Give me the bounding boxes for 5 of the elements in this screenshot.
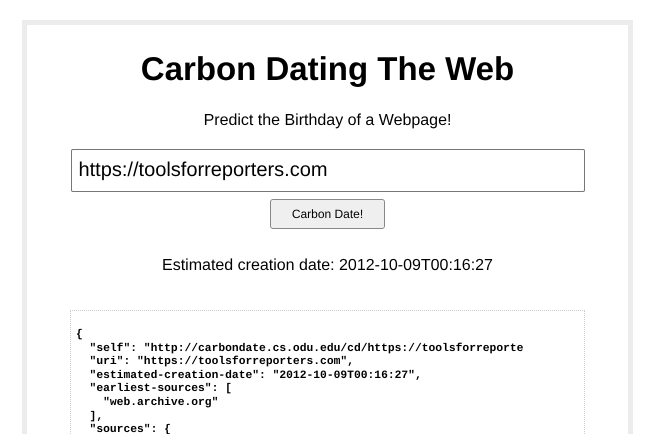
estimated-date-text: Estimated creation date: 2012-10-09T00:16:27 [161,256,494,276]
carbon-date-button[interactable]: Carbon Date! [270,199,386,229]
page-title: Carbon Dating The Web [140,49,516,89]
url-input-field[interactable]: https://toolsforreporters.com [70,149,584,192]
subtitle: Predict the Birthday of a Webpage! [202,111,452,131]
